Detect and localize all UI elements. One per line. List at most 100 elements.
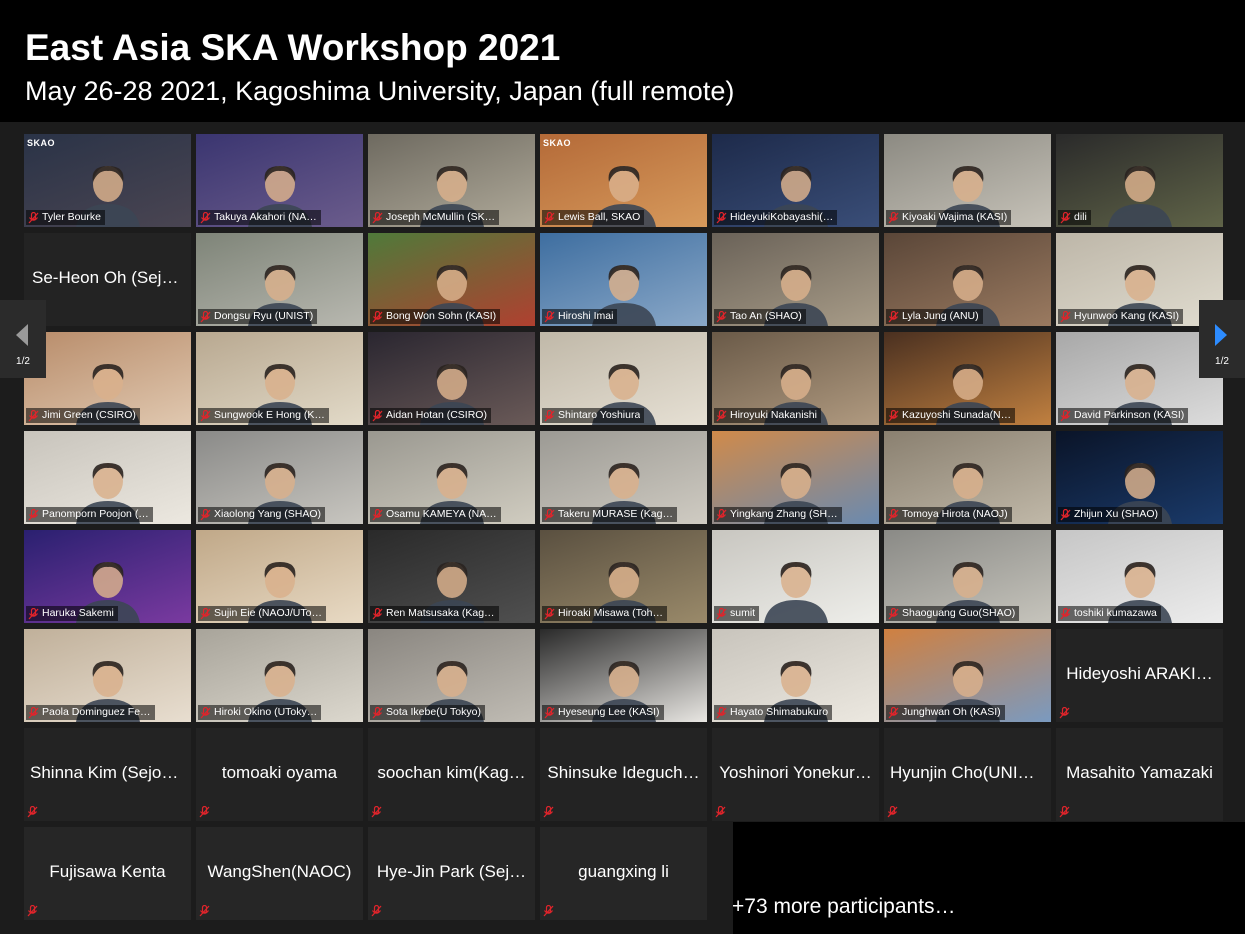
next-page-button[interactable]: 1/2 <box>1199 300 1245 378</box>
participant-tile[interactable]: Kazuyoshi Sunada(N… <box>884 332 1051 425</box>
participant-tile[interactable]: Paola Dominguez Fe… <box>24 629 191 722</box>
participant-tile[interactable]: Sujin Eie (NAOJ/UTo… <box>196 530 363 623</box>
participant-tile[interactable]: HideyukiKobayashi(… <box>712 134 879 227</box>
participant-tile[interactable]: Ren Matsusaka (Kag… <box>368 530 535 623</box>
participant-tile[interactable]: Yingkang Zhang (SH… <box>712 431 879 524</box>
participant-nameplate: Hiroshi Imai <box>542 309 618 324</box>
muted-mic-icon <box>888 508 899 520</box>
participant-tile[interactable]: Sota Ikebe(U Tokyo) <box>368 629 535 722</box>
participant-name: Dongsu Ryu (UNIST) <box>214 310 314 322</box>
muted-mic-icon <box>888 409 899 421</box>
participant-nameplate: Hayato Shimabukuro <box>714 705 833 720</box>
participant-tile[interactable]: Sungwook E Hong (K… <box>196 332 363 425</box>
participant-tile[interactable]: Hideyoshi ARAKI… <box>1056 629 1223 722</box>
participant-tile[interactable]: Yoshinori Yonekur… <box>712 728 879 821</box>
muted-mic-icon <box>200 409 211 421</box>
participant-tile[interactable]: Hayato Shimabukuro <box>712 629 879 722</box>
participant-tile[interactable]: WangShen(NAOC) <box>196 827 363 920</box>
participant-tile[interactable]: Xiaolong Yang (SHAO) <box>196 431 363 524</box>
participant-nameplate: Hyunwoo Kang (KASI) <box>1058 309 1184 324</box>
participant-tile[interactable]: Hyunwoo Kang (KASI) <box>1056 233 1223 326</box>
participant-tile[interactable]: Shaoguang Guo(SHAO) <box>884 530 1051 623</box>
participant-name: Paola Dominguez Fe… <box>42 706 151 718</box>
participant-tile[interactable]: Masahito Yamazaki <box>1056 728 1223 821</box>
muted-mic-icon <box>887 806 898 818</box>
participant-tile[interactable]: Hye-Jin Park (Sej… <box>368 827 535 920</box>
muted-mic-icon <box>371 905 382 917</box>
participant-tile[interactable]: Shinsuke Ideguch… <box>540 728 707 821</box>
participant-tile[interactable]: guangxing li <box>540 827 707 920</box>
page-indicator: 1/2 <box>1215 356 1229 367</box>
participant-tile[interactable]: Osamu KAMEYA (NA… <box>368 431 535 524</box>
participant-tile[interactable]: Takuya Akahori (NA… <box>196 134 363 227</box>
muted-mic-icon <box>1060 508 1071 520</box>
participant-tile[interactable]: Tomoya Hirota (NAOJ) <box>884 431 1051 524</box>
participant-tile[interactable]: Hiroaki Misawa (Toh… <box>540 530 707 623</box>
participant-tile[interactable]: tomoaki oyama <box>196 728 363 821</box>
participant-tile[interactable]: dili <box>1056 134 1223 227</box>
muted-mic-icon <box>200 310 211 322</box>
participant-tile[interactable]: Hyeseung Lee (KASI) <box>540 629 707 722</box>
participant-name: tomoaki oyama <box>221 763 338 782</box>
muted-mic-icon <box>543 806 554 818</box>
muted-mic-icon <box>28 607 39 619</box>
participant-nameplate: Hiroyuki Nakanishi <box>714 408 821 423</box>
participant-tile[interactable]: Dongsu Ryu (UNIST) <box>196 233 363 326</box>
participant-tile[interactable]: SKAO Tyler Bourke <box>24 134 191 227</box>
participant-tile[interactable]: Haruka Sakemi <box>24 530 191 623</box>
participant-nameplate: Sungwook E Hong (K… <box>198 408 329 423</box>
participant-tile[interactable]: Joseph McMullin (SK… <box>368 134 535 227</box>
participant-tile[interactable]: Takeru MURASE (Kag… <box>540 431 707 524</box>
participant-tile[interactable]: SKAO Lewis Ball, SKAO <box>540 134 707 227</box>
muted-mic-icon <box>716 409 727 421</box>
participant-tile[interactable]: David Parkinson (KASI) <box>1056 332 1223 425</box>
participant-name: Yoshinori Yonekur… <box>719 763 872 782</box>
participant-tile[interactable]: Shintaro Yoshiura <box>540 332 707 425</box>
participant-name: guangxing li <box>578 862 669 881</box>
participant-tile[interactable]: Hiroki Okino (UToky… <box>196 629 363 722</box>
participant-tile[interactable]: Hiroshi Imai <box>540 233 707 326</box>
participant-name: Se-Heon Oh (Sejo… <box>32 268 188 287</box>
muted-mic-icon <box>27 806 38 818</box>
participant-nameplate: Tomoya Hirota (NAOJ) <box>886 507 1012 522</box>
muted-mic-icon <box>372 607 383 619</box>
participant-nameplate: Panomporn Poojon (… <box>26 507 153 522</box>
muted-mic-icon <box>1060 211 1071 223</box>
participant-name: Takuya Akahori (NA… <box>214 211 317 223</box>
participant-tile[interactable]: Junghwan Oh (KASI) <box>884 629 1051 722</box>
participant-nameplate: Tyler Bourke <box>26 210 105 225</box>
muted-mic-icon <box>200 508 211 520</box>
participant-tile[interactable]: Shinna Kim (Sejon… <box>24 728 191 821</box>
participant-tile[interactable]: Bong Won Sohn (KASI) <box>368 233 535 326</box>
participant-nameplate: Junghwan Oh (KASI) <box>886 705 1005 720</box>
participant-nameplate: Jimi Green (CSIRO) <box>26 408 140 423</box>
participant-nameplate: Osamu KAMEYA (NA… <box>370 507 501 522</box>
participant-tile[interactable]: Jimi Green (CSIRO) <box>24 332 191 425</box>
participant-tile[interactable]: Fujisawa Kenta <box>24 827 191 920</box>
participant-tile[interactable]: Kiyoaki Wajima (KASI) <box>884 134 1051 227</box>
muted-mic-icon <box>28 211 39 223</box>
muted-mic-icon <box>544 508 555 520</box>
participant-nameplate: Haruka Sakemi <box>26 606 118 621</box>
participant-tile[interactable]: Se-Heon Oh (Sejo… <box>24 233 191 326</box>
participant-tile[interactable]: Hyunjin Cho(UNIS… <box>884 728 1051 821</box>
muted-mic-icon <box>716 607 727 619</box>
participant-tile[interactable]: Tao An (SHAO) <box>712 233 879 326</box>
prev-page-button[interactable]: 1/2 <box>0 300 46 378</box>
muted-mic-icon <box>888 310 899 322</box>
participant-tile[interactable]: Aidan Hotan (CSIRO) <box>368 332 535 425</box>
participant-tile[interactable]: toshiki kumazawa <box>1056 530 1223 623</box>
participant-nameplate: David Parkinson (KASI) <box>1058 408 1189 423</box>
participant-nameplate: Tao An (SHAO) <box>714 309 806 324</box>
participant-nameplate: Hiroaki Misawa (Toh… <box>542 606 668 621</box>
participant-tile[interactable]: Hiroyuki Nakanishi <box>712 332 879 425</box>
participant-tile[interactable]: Zhijun Xu (SHAO) <box>1056 431 1223 524</box>
participant-nameplate: dili <box>1058 210 1091 225</box>
participant-tile[interactable]: Lyla Jung (ANU) <box>884 233 1051 326</box>
participant-tile[interactable]: sumit <box>712 530 879 623</box>
participant-nameplate: Joseph McMullin (SK… <box>370 210 500 225</box>
participant-tile[interactable]: soochan kim(Kag… <box>368 728 535 821</box>
participant-name: Masahito Yamazaki <box>1066 763 1213 782</box>
participant-tile[interactable]: Panomporn Poojon (… <box>24 431 191 524</box>
participant-nameplate: Lyla Jung (ANU) <box>886 309 983 324</box>
